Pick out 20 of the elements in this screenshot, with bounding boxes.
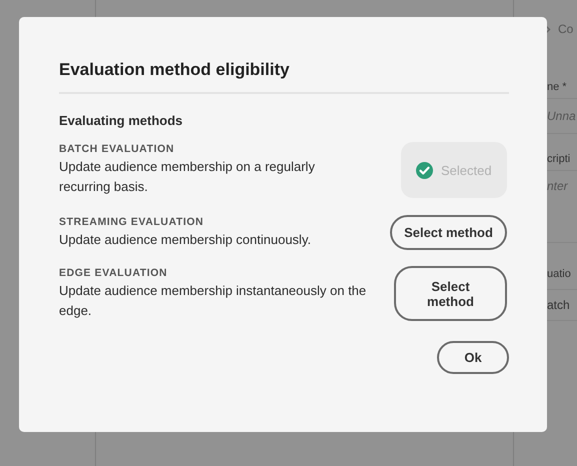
method-label: STREAMING EVALUATION	[59, 216, 205, 228]
section-heading: Evaluating methods	[59, 113, 184, 128]
checkmark-icon	[416, 162, 433, 178]
text-field[interactable]: nter	[547, 179, 568, 193]
dialog-title: Evaluation method eligibility	[59, 60, 290, 80]
ok-button[interactable]: Ok	[437, 341, 509, 374]
text-field[interactable]: Unna	[547, 109, 576, 123]
method-description: Update audience membership on a regularly recurring basis.	[59, 158, 316, 196]
field-label: uatio	[547, 268, 571, 280]
method-description: Update audience membership instantaneously on the edge.	[59, 282, 368, 320]
selected-button: Selected	[401, 142, 507, 198]
select-method-button[interactable]: Select method	[390, 215, 507, 250]
method-label: BATCH EVALUATION	[59, 143, 176, 155]
field-label: ne *	[547, 81, 567, 93]
field-label[interactable]: atch	[547, 298, 570, 312]
panel-link[interactable]: Co	[558, 22, 574, 36]
method-label: EDGE EVALUATION	[59, 266, 168, 278]
select-method-button[interactable]: Select method	[394, 266, 507, 321]
method-description: Update audience membership continuously.	[59, 230, 312, 249]
field-label: cripti	[547, 153, 570, 165]
